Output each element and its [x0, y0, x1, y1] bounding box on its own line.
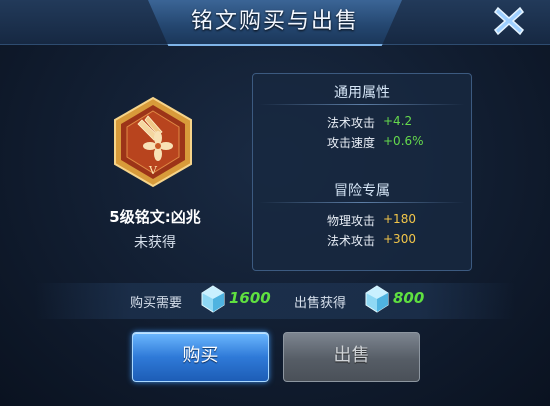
sell-price-value: 800	[393, 289, 425, 307]
buy-price-label: 购买需要	[130, 296, 183, 311]
price-strip	[35, 283, 515, 319]
rune-trade-dialog: 铭文购买与出售 V 5级铭文:凶兆 未获得 通用属性 法术攻击 +4.2 攻击速…	[0, 0, 550, 406]
rune-level-numeral: V	[148, 164, 158, 177]
divider	[259, 202, 465, 203]
rune-name: 5级铭文:凶兆	[109, 208, 201, 226]
close-x-icon	[493, 6, 525, 36]
rune-status: 未获得	[134, 235, 176, 251]
attr-value: +0.6%	[383, 134, 424, 148]
divider	[259, 104, 465, 105]
sell-price-label: 出售获得	[294, 296, 347, 311]
crystal-icon	[365, 285, 389, 313]
attr-label: 法术攻击	[326, 234, 375, 248]
buy-button[interactable]: 购买	[132, 332, 269, 382]
sell-button[interactable]: 出售	[283, 332, 420, 382]
dialog-title: 铭文购买与出售	[190, 9, 359, 34]
attr-row: 攻击速度 +0.6%	[253, 134, 471, 154]
rune-hexagon-icon: V	[114, 96, 192, 188]
title-bar: 铭文购买与出售	[0, 0, 550, 46]
close-button[interactable]	[491, 3, 527, 39]
attr-label: 法术攻击	[326, 116, 375, 130]
attr-value: +4.2	[383, 114, 413, 128]
attribute-panel: 通用属性 法术攻击 +4.2 攻击速度 +0.6% 冒险专属 物理攻击 +180…	[252, 73, 472, 271]
attr-value: +300	[383, 232, 416, 246]
crystal-icon	[201, 285, 225, 313]
general-attr-heading: 通用属性	[334, 85, 390, 101]
attr-label: 攻击速度	[326, 136, 375, 150]
attr-row: 法术攻击 +300	[253, 232, 471, 252]
buy-price-value: 1600	[229, 289, 271, 307]
adventure-attr-heading: 冒险专属	[334, 183, 390, 199]
attr-row: 法术攻击 +4.2	[253, 114, 471, 134]
attr-row: 物理攻击 +180	[253, 212, 471, 232]
attr-label: 物理攻击	[326, 214, 375, 228]
attr-value: +180	[383, 212, 416, 226]
